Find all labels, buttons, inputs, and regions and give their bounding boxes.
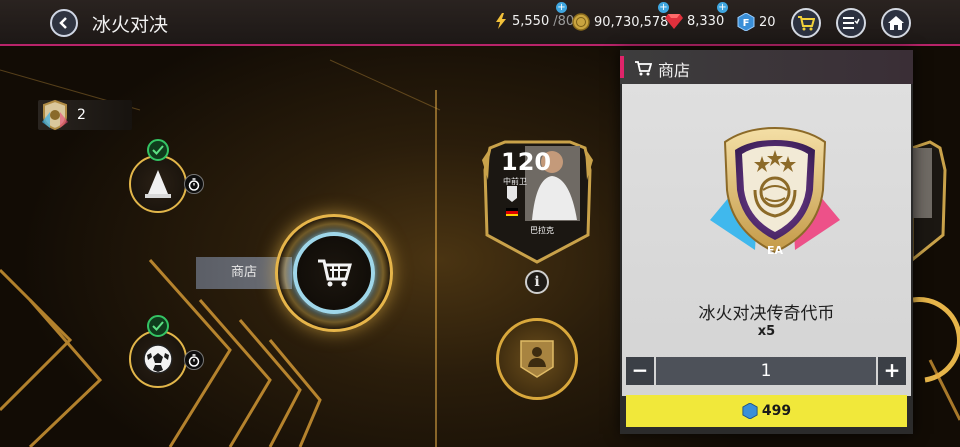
list-menu-icon <box>843 17 860 29</box>
legend-token-badge-icon: EA <box>710 126 840 257</box>
quantity-stepper: − 1 + <box>626 357 908 387</box>
increase-quantity-button[interactable]: + <box>878 357 906 385</box>
info-button[interactable]: i <box>525 270 549 294</box>
shopping-cart-icon <box>798 16 815 31</box>
coins-counter: 90,730,578 <box>572 13 668 31</box>
home-icon <box>888 16 904 30</box>
shop-panel-title: 商店 <box>658 61 691 80</box>
quantity-value: 1 <box>656 357 876 385</box>
player-rating: 120 <box>501 148 552 176</box>
add-coins-button[interactable]: + <box>658 2 669 13</box>
energy-counter: 5,550/80 <box>494 13 574 29</box>
page-title: 冰火对决 <box>92 14 169 36</box>
buy-button[interactable]: 499 <box>626 395 907 427</box>
decrease-quantity-button[interactable]: − <box>626 357 654 385</box>
token-icon <box>42 99 68 131</box>
token-count: 2 <box>77 107 86 123</box>
gems-counter: 8,330 <box>665 13 724 29</box>
player-reward-node[interactable] <box>496 318 578 400</box>
gems-value: 8,330 <box>687 13 725 29</box>
menu-list-button[interactable] <box>836 8 866 38</box>
energy-max: /80 <box>553 13 575 29</box>
checkmark-icon <box>152 145 164 155</box>
back-arrow-icon <box>59 17 67 29</box>
checkmark-icon <box>152 321 164 331</box>
timer-badge <box>184 174 204 194</box>
player-silhouette-icon <box>520 340 554 378</box>
home-button[interactable] <box>881 8 911 38</box>
shop-panel-header: 商店 <box>620 50 913 84</box>
coins-value: 90,730,578 <box>594 14 669 30</box>
stopwatch-icon <box>188 353 200 367</box>
add-gems-button[interactable]: + <box>717 2 728 13</box>
shop-node[interactable] <box>293 232 375 314</box>
match-node-ball[interactable] <box>129 330 187 388</box>
next-player-card[interactable] <box>910 140 950 265</box>
cone-icon <box>145 170 171 198</box>
energy-value: 5,550 <box>512 13 550 29</box>
add-energy-button[interactable]: + <box>556 2 567 13</box>
player-name: 巴拉克 <box>530 226 554 235</box>
store-button[interactable] <box>791 8 821 38</box>
fifa-points-icon: F <box>737 13 755 31</box>
fifa-points-icon <box>742 403 758 419</box>
fifa-points-counter: F 20 <box>737 13 776 31</box>
back-button[interactable] <box>50 9 78 37</box>
top-bar: 冰火对决 + 5,550/80 + 90,730,578 + 8,330 F 2… <box>0 0 960 46</box>
completed-check <box>147 315 169 337</box>
buy-price: 499 <box>761 403 792 419</box>
completed-check <box>147 139 169 161</box>
shop-item-quantity: x5 <box>757 324 776 339</box>
coin-icon <box>572 13 590 31</box>
fifa-points-value: 20 <box>759 14 776 30</box>
stopwatch-icon <box>188 177 200 191</box>
token-counter: 2 <box>38 99 132 131</box>
svg-text:EA: EA <box>767 244 784 257</box>
svg-text:F: F <box>743 18 750 29</box>
lightning-icon <box>496 13 506 29</box>
shopping-cart-icon <box>635 61 652 76</box>
shopping-cart-icon <box>318 259 352 287</box>
shop-item-display: EA 冰火对决传奇代币 x5 <box>622 84 911 396</box>
header-accent <box>620 56 624 78</box>
soccer-ball-icon <box>143 344 173 374</box>
shop-item-name: 冰火对决传奇代币 <box>698 304 835 324</box>
gem-icon <box>665 14 683 29</box>
training-node-cone[interactable] <box>129 155 187 213</box>
player-position: 中前卫 <box>503 177 527 186</box>
timer-badge <box>184 350 204 370</box>
